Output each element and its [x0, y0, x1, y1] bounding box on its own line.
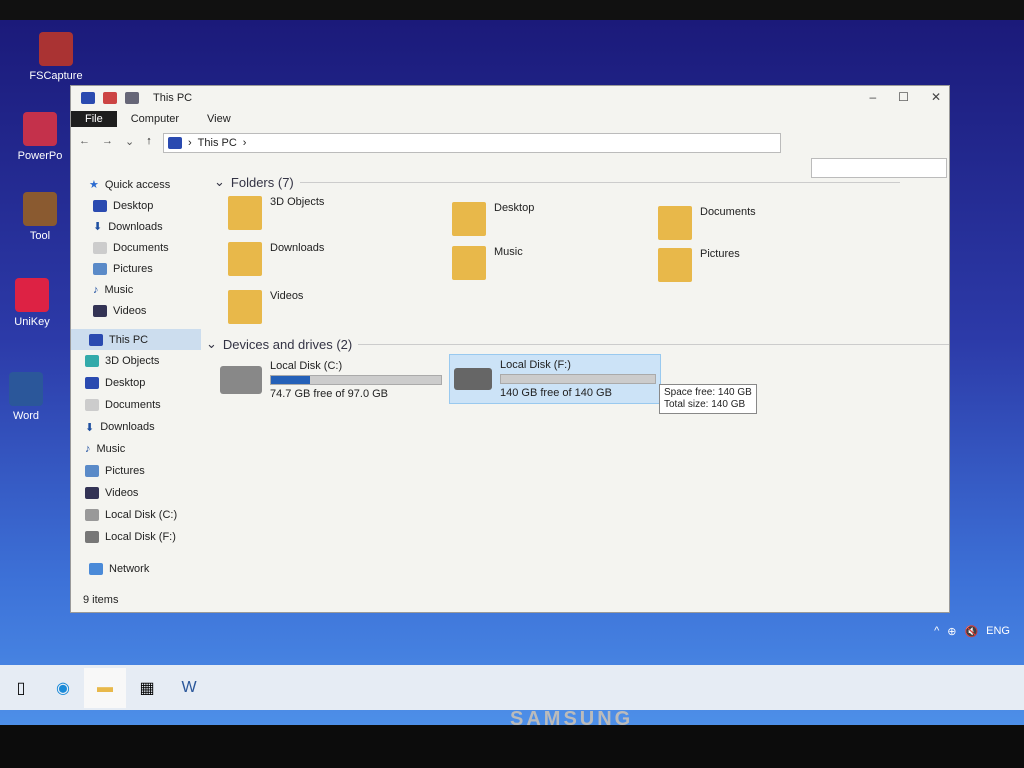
drive-c[interactable]: Local Disk (C:) 74.7 GB free of 97.0 GB [216, 356, 446, 404]
sidebar-item-documents[interactable]: Documents [71, 237, 201, 258]
drive-icon [85, 531, 99, 543]
tab-file[interactable]: File [71, 111, 117, 127]
breadcrumb-this-pc[interactable]: This PC [198, 137, 237, 149]
desktop-icon [93, 199, 107, 212]
windows-drive-icon [220, 366, 262, 394]
desktop-icon [85, 377, 99, 389]
this-pc-icon [168, 137, 182, 149]
navigation-pane: ★ Quick access Desktop ⬇ Downloads Documen… [71, 174, 201, 589]
minimize-button[interactable]: – [869, 90, 876, 104]
up-icon[interactable]: ↑ [146, 135, 152, 147]
star-icon: ★ [89, 179, 99, 191]
ribbon-tabs: File Computer View [71, 110, 949, 128]
pictures-icon [85, 465, 99, 477]
system-tray: ^ ⊕ 🔇 ENG [934, 625, 1010, 638]
task-view-icon[interactable]: ▯ [0, 668, 42, 708]
download-icon: ⬇ [85, 421, 95, 434]
drive-icon [85, 509, 99, 521]
monitor-bezel [0, 725, 1024, 768]
sidebar-pc-local-disk-c[interactable]: Local Disk (C:) [71, 504, 201, 526]
chevron-up-icon[interactable]: ^ [934, 625, 939, 638]
desktop-icon-word[interactable]: Word [0, 372, 56, 422]
music-icon: ♪ [85, 443, 91, 455]
sidebar-item-pictures[interactable]: Pictures [71, 258, 201, 279]
new-folder-icon[interactable] [125, 92, 139, 104]
download-icon: ⬇ [93, 221, 103, 233]
recent-chevron-icon[interactable]: ⌄ [125, 135, 134, 148]
sidebar-item-music[interactable]: ♪ Music [71, 279, 201, 300]
videos-icon [85, 487, 99, 499]
folder-desktop[interactable]: Desktop [452, 202, 534, 236]
file-explorer-icon[interactable]: ▬ [84, 667, 126, 708]
properties-icon[interactable] [103, 92, 117, 104]
back-icon[interactable]: ← [79, 135, 90, 147]
document-icon [93, 241, 107, 254]
document-icon [85, 399, 99, 411]
videos-icon [93, 304, 107, 317]
close-button[interactable]: ✕ [931, 90, 941, 104]
sidebar-pc-pictures[interactable]: Pictures [71, 460, 201, 482]
sidebar-pc-videos[interactable]: Videos [71, 482, 201, 504]
sidebar-pc-3d-objects[interactable]: 3D Objects [71, 350, 201, 372]
tab-view[interactable]: View [193, 111, 245, 127]
sidebar-pc-downloads[interactable]: ⬇ Downloads [71, 416, 201, 438]
sidebar-item-desktop[interactable]: Desktop [71, 195, 201, 216]
desktop-icon-fscapture[interactable]: FSCapture [26, 32, 86, 82]
this-pc-icon [89, 333, 103, 346]
address-bar[interactable]: › This PC › [163, 133, 781, 153]
drive-c-usage-bar [270, 375, 442, 385]
edge-icon[interactable]: ◉ [42, 668, 84, 708]
folder-3d-objects[interactable]: 3D Objects [228, 196, 324, 230]
speaker-muted-icon[interactable]: 🔇 [964, 625, 978, 638]
tab-computer[interactable]: Computer [117, 111, 193, 127]
forward-icon[interactable]: → [102, 135, 113, 147]
file-explorer-window: This PC – ☐ ✕ File Computer View ← → ⌄ ↑… [70, 85, 950, 613]
sidebar-item-downloads[interactable]: ⬇ Downloads [71, 216, 201, 237]
sidebar-pc-documents[interactable]: Documents [71, 394, 201, 416]
status-bar-item-count: 9 items [83, 594, 119, 606]
title-bar: This PC [71, 86, 949, 110]
folder-videos[interactable]: Videos [228, 290, 303, 324]
devices-header[interactable]: ⌄ Devices and drives (2) [206, 336, 949, 352]
maximize-button[interactable]: ☐ [898, 90, 909, 104]
drive-f-usage-bar [500, 374, 656, 384]
pictures-icon [93, 262, 107, 275]
desktop-icon-unikey[interactable]: UniKey [2, 278, 62, 328]
folder-pictures[interactable]: Pictures [658, 248, 740, 282]
sidebar-pc-local-disk-f[interactable]: Local Disk (F:) [71, 526, 201, 548]
sidebar-network[interactable]: Network [71, 558, 201, 579]
network-icon [89, 562, 103, 575]
drive-f[interactable]: Local Disk (F:) 140 GB free of 140 GB [449, 354, 661, 404]
window-title: This PC [153, 92, 193, 104]
folder-documents[interactable]: Documents [658, 206, 756, 240]
monitor-brand-logo: SAMSUNG [510, 708, 634, 730]
taskbar: ▯ ◉ ▬ ▦ W [0, 665, 1024, 710]
language-indicator[interactable]: ENG [986, 625, 1010, 638]
drive-tooltip: Space free: 140 GB Total size: 140 GB [659, 384, 757, 414]
sidebar-pc-music[interactable]: ♪ Music [71, 438, 201, 460]
drive-icon [454, 368, 492, 390]
this-pc-icon [81, 92, 95, 104]
sidebar-pc-desktop[interactable]: Desktop [71, 372, 201, 394]
folders-header[interactable]: ⌄ Folders (7) [214, 174, 900, 190]
3d-objects-icon [85, 355, 99, 367]
music-icon: ♪ [93, 283, 99, 296]
store-icon[interactable]: ▦ [126, 668, 168, 708]
desktop-icon-powerpoint[interactable]: PowerPo [10, 112, 70, 162]
sidebar-this-pc[interactable]: This PC [71, 329, 201, 350]
word-icon[interactable]: W [168, 668, 210, 708]
sidebar-quick-access[interactable]: ★ Quick access [71, 174, 201, 195]
desktop-icon-tool[interactable]: Tool [10, 192, 70, 242]
folder-downloads[interactable]: Downloads [228, 242, 324, 276]
content-pane: ⌄ Folders (7) 3D Objects Desktop Document… [206, 174, 949, 589]
sidebar-item-videos[interactable]: Videos [71, 300, 201, 321]
globe-icon[interactable]: ⊕ [947, 625, 956, 638]
folder-music[interactable]: Music [452, 246, 523, 280]
